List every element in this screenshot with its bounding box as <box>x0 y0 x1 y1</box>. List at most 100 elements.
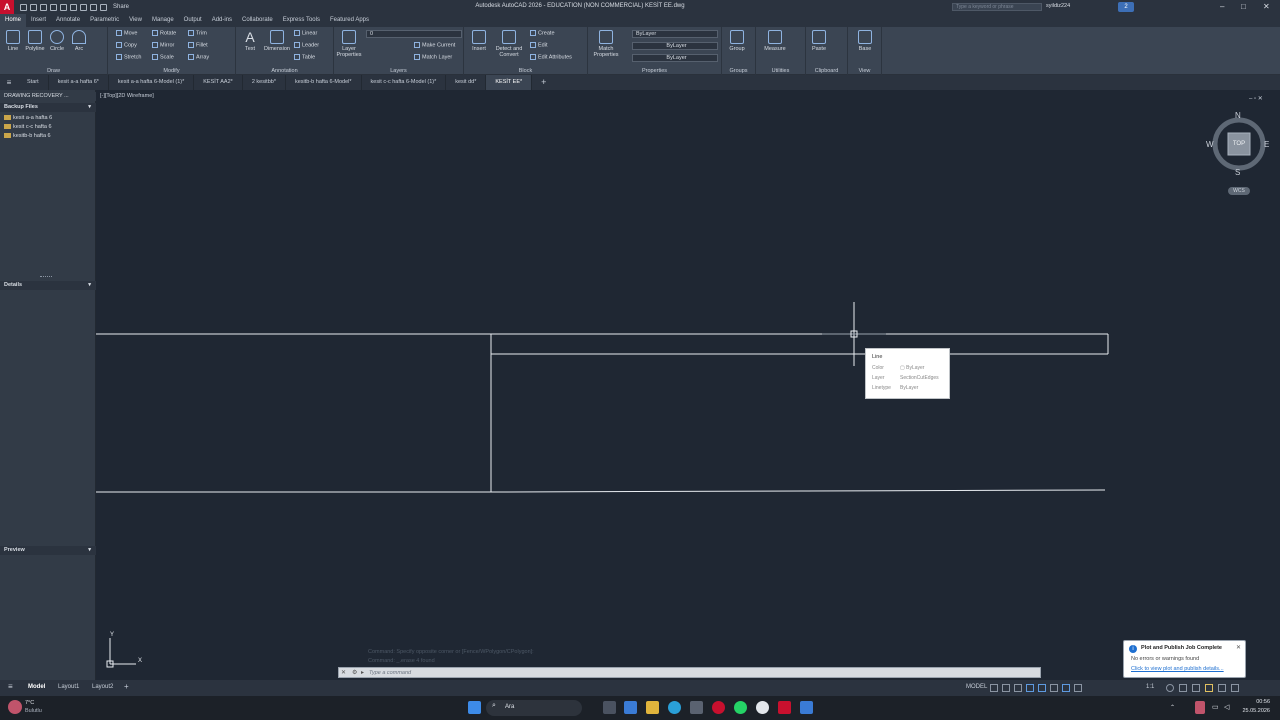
ortho-icon[interactable] <box>1014 684 1022 692</box>
viewport-controls[interactable]: [-][Top][2D Wireframe] <box>100 93 154 99</box>
preview-header[interactable]: Preview ▾ <box>0 546 96 555</box>
rotate-button[interactable]: Rotate <box>152 30 176 36</box>
file-tab[interactable]: kesit c-c hafta 6-Model (1)* <box>362 75 447 90</box>
print-icon[interactable] <box>80 3 87 11</box>
units-icon[interactable] <box>1179 684 1187 692</box>
isolate-icon[interactable] <box>1192 684 1200 692</box>
make-current-button[interactable]: Make Current <box>414 42 455 48</box>
view-group-label[interactable]: View <box>848 68 881 74</box>
file-tab[interactable]: Start <box>18 75 49 90</box>
user-account[interactable]: syildiz224 <box>1046 3 1070 9</box>
file-tab[interactable]: kesit a-a hafta 6-Model (1)* <box>109 75 195 90</box>
weather-temp[interactable]: 7°C <box>25 700 34 706</box>
tab-annotate[interactable]: Annotate <box>51 14 85 27</box>
backup-file-item[interactable]: kesit a-a hafta 6 <box>4 115 52 121</box>
compass-north[interactable]: N <box>1235 111 1241 120</box>
workspace-gear-icon[interactable] <box>1166 684 1174 692</box>
clipboard-group-label[interactable]: Clipboard <box>806 68 847 74</box>
polar-icon[interactable] <box>1026 684 1034 692</box>
lineweight-icon[interactable] <box>1050 684 1058 692</box>
annotation-group-label[interactable]: Annotation <box>236 68 333 74</box>
table-button[interactable]: Table <box>294 54 315 60</box>
block-group-label[interactable]: Block <box>464 68 587 74</box>
menu-icon[interactable] <box>20 3 27 11</box>
chrome-icon[interactable] <box>756 701 769 714</box>
edge-icon[interactable] <box>668 701 681 714</box>
line-button[interactable]: Line <box>2 30 24 52</box>
compass-east[interactable]: E <box>1264 140 1269 149</box>
layers-group-label[interactable]: Layers <box>334 68 463 74</box>
polyline-button[interactable]: Polyline <box>24 30 46 52</box>
app-taskbar-icon[interactable] <box>800 701 813 714</box>
lock-ui-icon[interactable] <box>1205 684 1213 692</box>
customize-status-icon[interactable] <box>1231 684 1239 692</box>
store-icon[interactable] <box>690 701 703 714</box>
volume-icon[interactable]: ◁ <box>1224 703 1229 711</box>
file-tab[interactable]: kesitb-b hafta 6-Model* <box>286 75 362 90</box>
linetype-dropdown[interactable]: ByLayer <box>632 54 718 62</box>
save-as-icon[interactable] <box>60 3 67 11</box>
tab-express-tools[interactable]: Express Tools <box>278 14 325 27</box>
notification-badge[interactable]: 2 <box>1118 2 1134 12</box>
layer-properties-button[interactable]: Layer Properties <box>336 30 362 58</box>
fillet-button[interactable]: Fillet <box>188 42 208 48</box>
color-dropdown[interactable]: ByLayer <box>632 30 718 38</box>
maximize-icon[interactable]: □ <box>1241 2 1246 11</box>
stretch-button[interactable]: Stretch <box>116 54 141 60</box>
utilities-group-label[interactable]: Utilities <box>756 68 805 74</box>
paste-button[interactable]: Paste <box>808 30 830 52</box>
text-button[interactable]: A Text <box>239 30 261 52</box>
match-layer-button[interactable]: Match Layer <box>414 54 452 60</box>
model-space-toggle[interactable]: MODEL <box>966 684 987 690</box>
detect-convert-button[interactable]: Detect and Convert <box>492 30 526 58</box>
tab-home[interactable]: Home <box>0 14 27 27</box>
backup-file-item[interactable]: kesit c-c hafta 6 <box>4 124 52 130</box>
wcs-menu[interactable]: WCS <box>1228 187 1250 195</box>
tab-collaborate[interactable]: Collaborate <box>237 14 278 27</box>
viewcube[interactable]: N S E W TOP <box>1206 108 1271 177</box>
clean-screen-icon[interactable] <box>1218 684 1226 692</box>
compass-west[interactable]: W <box>1206 140 1214 149</box>
autocad-logo-icon[interactable]: A <box>0 0 14 14</box>
file-explorer-icon[interactable] <box>646 701 659 714</box>
widgets-icon[interactable] <box>624 701 637 714</box>
mic-icon[interactable] <box>1195 701 1205 714</box>
task-view-icon[interactable] <box>603 701 616 714</box>
save-icon[interactable] <box>50 3 57 11</box>
scale-button[interactable]: Scale <box>152 54 174 60</box>
create-block-button[interactable]: Create <box>530 30 555 36</box>
group-button[interactable]: Group <box>726 30 748 52</box>
trim-button[interactable]: Trim <box>188 30 207 36</box>
autocad-taskbar-icon[interactable] <box>778 701 791 714</box>
notification-link[interactable]: Click to view plot and publish details..… <box>1131 666 1224 672</box>
plot-notification[interactable]: i Plot and Publish Job Complete ✕ No err… <box>1123 640 1246 678</box>
hamburger-menu-icon[interactable]: ≡ <box>0 78 18 87</box>
backup-files-header[interactable]: Backup Files ▾ <box>0 103 96 112</box>
close-notification-icon[interactable]: ✕ <box>1236 644 1241 651</box>
copy-button[interactable]: Copy <box>116 42 137 48</box>
new-tab-icon[interactable]: + <box>532 75 555 90</box>
groups-group-label[interactable]: Groups <box>722 68 755 74</box>
new-file-icon[interactable] <box>30 3 37 11</box>
layer-dropdown[interactable]: 0 <box>366 30 462 38</box>
redo-icon[interactable] <box>100 3 107 11</box>
annotation-scale[interactable]: 1:1 <box>1146 684 1154 690</box>
tray-chevron-icon[interactable]: ⌃ <box>1170 704 1175 711</box>
properties-group-label[interactable]: Properties <box>588 68 721 74</box>
splitter-handle[interactable] <box>40 276 52 278</box>
viewcube-top-face[interactable]: TOP <box>1229 141 1249 147</box>
insert-button[interactable]: Insert <box>468 30 490 52</box>
file-tab[interactable]: KESİT AA2* <box>194 75 243 90</box>
recent-commands-icon[interactable]: ▸ <box>361 669 364 676</box>
base-button[interactable]: Base <box>854 30 876 52</box>
circle-button[interactable]: Circle <box>46 30 68 52</box>
network-icon[interactable]: ▭ <box>1212 703 1219 711</box>
move-button[interactable]: Move <box>116 30 137 36</box>
tab-parametric[interactable]: Parametric <box>85 14 124 27</box>
edit-block-button[interactable]: Edit <box>530 42 547 48</box>
measure-button[interactable]: Measure <box>762 30 788 52</box>
layout-menu-icon[interactable]: ≡ <box>8 682 13 691</box>
linear-button[interactable]: Linear <box>294 30 317 36</box>
grid-icon[interactable] <box>990 684 998 692</box>
file-tab[interactable]: kesit dd* <box>446 75 487 90</box>
